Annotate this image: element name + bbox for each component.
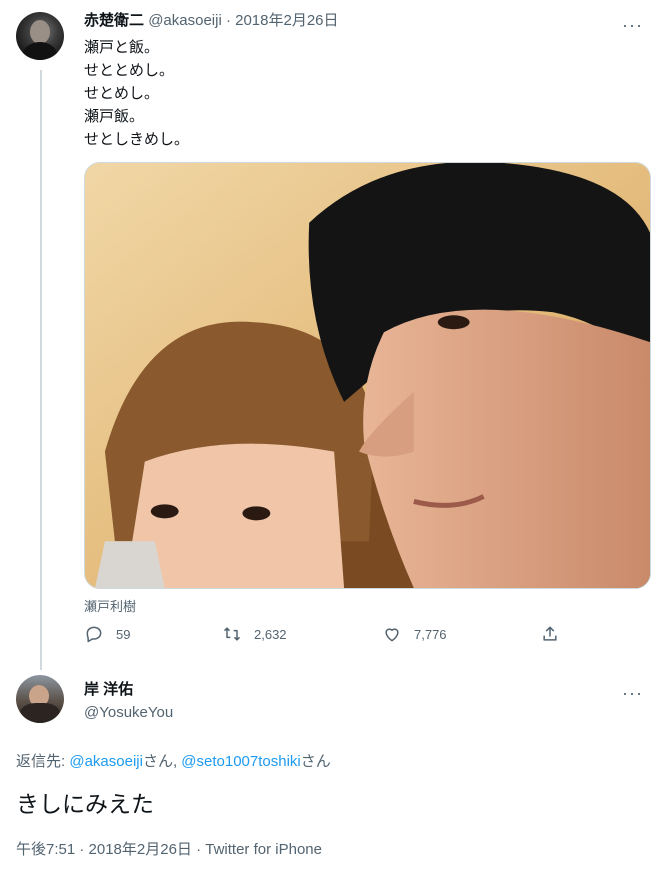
reply-suffix: さん, <box>142 753 182 770</box>
like-icon <box>385 628 399 642</box>
separator: · <box>221 12 236 29</box>
share-icon <box>543 626 557 641</box>
retweet-count: 2,632 <box>254 626 287 642</box>
tweet-line: せとしきめし。 <box>84 131 190 148</box>
retweet-icon <box>223 627 241 641</box>
tweet-actions: 59 2,632 7,776 <box>84 624 564 652</box>
thread-line <box>40 70 42 670</box>
reply-count: 59 <box>116 626 131 642</box>
avatar[interactable] <box>16 12 64 60</box>
display-name[interactable]: 岸 洋佑 <box>84 681 133 698</box>
reply-action[interactable]: 59 <box>84 624 130 644</box>
reply-icon <box>86 626 102 643</box>
more-icon[interactable]: ··· <box>622 684 643 702</box>
mention-link[interactable]: @seto1007toshiki <box>181 753 300 770</box>
handle[interactable]: @YosukeYou <box>84 704 173 721</box>
photo-image <box>85 163 650 588</box>
display-name[interactable]: 赤楚衛二 <box>84 12 144 29</box>
tweet-date[interactable]: 2018年2月26日 <box>235 12 338 29</box>
retweet-action[interactable]: 2,632 <box>222 624 287 644</box>
reply-suffix: さん <box>300 753 331 770</box>
tweet-header: 岸 洋佑 <box>84 680 133 700</box>
tweet-header: 赤楚衛二 @akasoeiji · 2018年2月26日 <box>84 11 339 31</box>
reply-prefix: 返信先: <box>16 753 70 770</box>
more-icon[interactable]: ··· <box>622 16 643 34</box>
tweet-text: 瀬戸と飯。 せととめし。 せとめし。 瀬戸飯。 せとしきめし。 <box>84 36 189 151</box>
like-count: 7,776 <box>414 626 447 642</box>
tweet-photo[interactable] <box>84 162 651 589</box>
tweet-line: 瀬戸飯。 <box>84 108 145 125</box>
tweet-timestamp[interactable]: 午後7:51 · 2018年2月26日 · Twitter for iPhone <box>16 838 322 859</box>
tweet-line: せととめし。 <box>84 62 175 79</box>
tweet-line: 瀬戸と飯。 <box>84 39 160 56</box>
media-caption[interactable]: 瀬戸利樹 <box>84 596 136 615</box>
tweet-text: きしにみえた <box>16 791 154 817</box>
reply-context: 返信先: @akasoeijiさん, @seto1007toshikiさん <box>16 750 331 771</box>
like-action[interactable]: 7,776 <box>382 624 447 644</box>
handle[interactable]: @akasoeiji <box>148 12 222 29</box>
tweet-line: せとめし。 <box>84 85 160 102</box>
mention-link[interactable]: @akasoeiji <box>69 753 143 770</box>
share-action[interactable] <box>540 624 560 644</box>
avatar[interactable] <box>16 675 64 723</box>
